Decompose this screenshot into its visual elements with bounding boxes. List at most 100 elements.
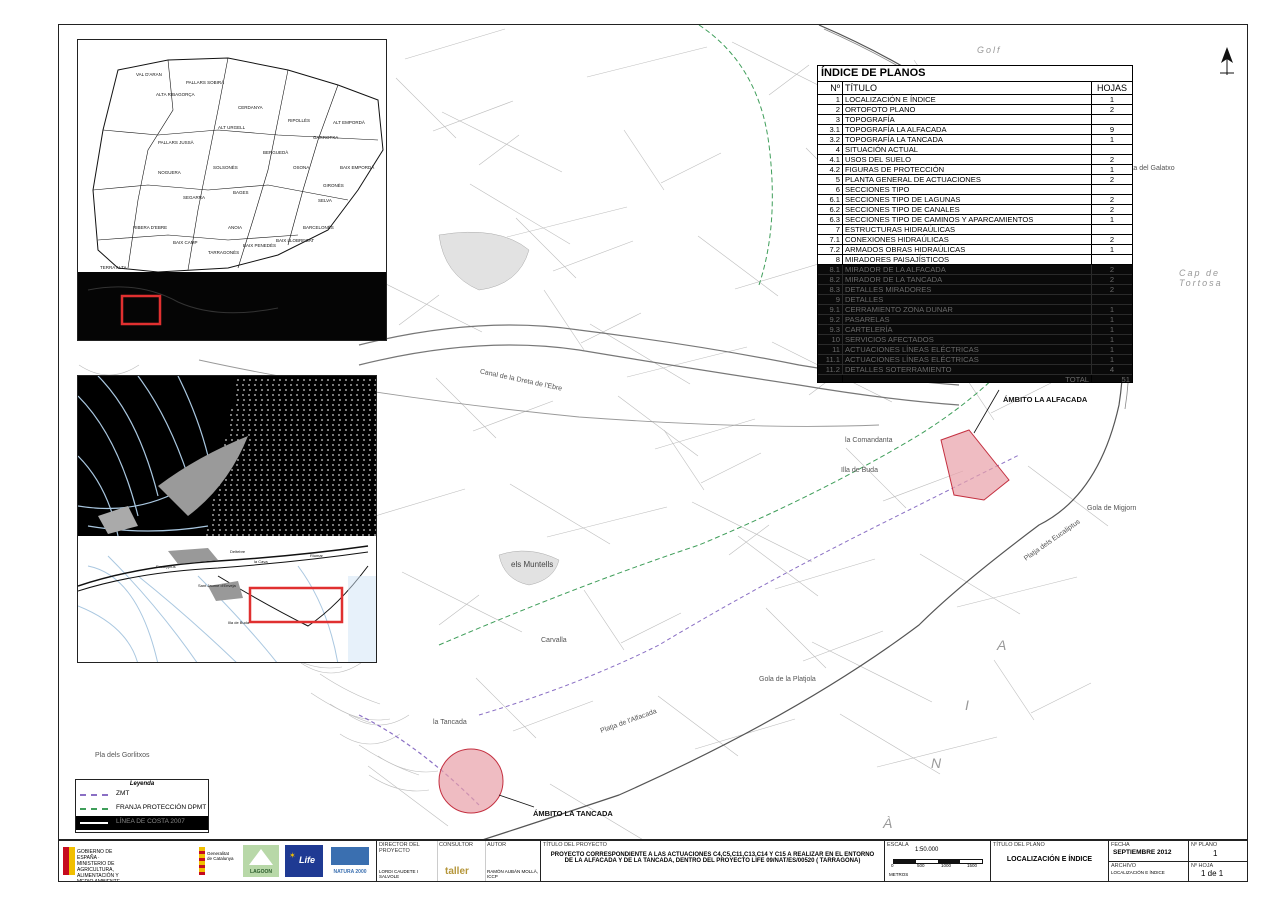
county-label: TERRA ALTA (100, 265, 127, 270)
county-label: SOLSONÈS (213, 165, 238, 170)
row-number: 3.2 (818, 134, 843, 145)
place-label: la Comandanta (845, 437, 893, 444)
legend-item: FRANJA PROTECCIÓN DPMT (76, 802, 208, 816)
county-label: BERGUEDÀ (263, 150, 289, 155)
delta-label: Sant Jaume d'Enveja (198, 583, 236, 588)
row-sheets: 1 (1091, 334, 1132, 345)
total-value: 51 (1091, 374, 1132, 382)
inset-delta: Deltebre la Cava Eucalyptus Riumar Sant Jaum… (77, 375, 377, 663)
row-number: 4 (818, 144, 843, 155)
row-number: 3.1 (818, 124, 843, 135)
row-sheets: 2 (1091, 104, 1132, 115)
row-sheets: 1 (1091, 164, 1132, 175)
row-sheets: 2 (1091, 274, 1132, 285)
county-label: BARCELONÈS (303, 225, 334, 230)
row-sheets: 1 (1091, 94, 1132, 105)
county-label: GARROTXA (313, 135, 339, 140)
row-title: USOS DEL SUELO (842, 154, 1092, 165)
row-number: 11.2 (818, 364, 843, 375)
row-title: SECCIONES TIPO (842, 184, 1092, 195)
place-label: Gola de la Platjola (759, 676, 816, 683)
plan-title: LOCALIZACIÓN E ÍNDICE (1006, 856, 1093, 863)
place-label: la Tancada (433, 719, 467, 726)
row-title: CONEXIONES HIDRAÚLICAS (842, 234, 1092, 245)
row-sheets: 1 (1091, 244, 1132, 255)
row-title: CERRAMIENTO ZONA DUNAR (842, 304, 1092, 315)
row-sheets: 1 (1091, 214, 1132, 225)
plan-title-cell: TÍTULO DEL PLANO LOCALIZACIÓN E ÍNDICE (991, 841, 1109, 881)
row-title: MIRADORES PAISAJÍSTICOS (842, 254, 1092, 265)
index-row: 3.2 TOPOGRAFÍA LA TANCADA 1 (818, 134, 1132, 145)
row-sheets: 1 (1091, 354, 1132, 365)
county-label: BAIX CAMP (173, 240, 198, 245)
row-number: 9.2 (818, 314, 843, 325)
index-panel: ÍNDICE DE PLANOS Nº TÍTULO HOJAS 1 LOCALI… (817, 65, 1133, 383)
delta-label: Riumar (310, 553, 323, 558)
row-number: 7.1 (818, 234, 843, 245)
index-row: 9.2 PASARELAS 1 (818, 314, 1132, 325)
taller-logo: taller (445, 866, 469, 877)
ambito-alfacada-label: ÁMBITO LA ALFACADA (1003, 395, 1088, 404)
natura2000-logo: NATURA 2000 (329, 845, 371, 877)
row-sheets: 1 (1091, 324, 1132, 335)
row-title: SECCIONES TIPO DE CAMINOS Y APARCAMIENTO… (842, 214, 1092, 225)
delta-label: Deltebre (230, 549, 246, 554)
credits-cell: DIRECTOR DEL PROYECTO LORDI CAUDETE I SA… (377, 841, 541, 881)
index-row: 9.3 CARTELERÍA 1 (818, 324, 1132, 335)
row-sheets: 2 (1091, 154, 1132, 165)
golf-label: Golf (977, 45, 1002, 55)
sea-letter-2: I (965, 697, 971, 713)
row-title: PASARELAS (842, 314, 1092, 325)
row-title: ACTUACIONES LÍNEAS ELÉCTRICAS (842, 344, 1092, 355)
index-row: 3 TOPOGRAFÍA (818, 114, 1132, 125)
row-number: 1 (818, 94, 843, 105)
row-title: SERVICIOS AFECTADOS (842, 334, 1092, 345)
index-total-row: TOTAL 51 (818, 374, 1132, 382)
row-number: 4.1 (818, 154, 843, 165)
row-sheets: 2 (1091, 234, 1132, 245)
row-number: 9 (818, 294, 843, 305)
legend-item: ZMT (76, 788, 208, 802)
place-label: Carvalla (541, 637, 567, 644)
row-sheets (1091, 144, 1132, 155)
county-label: BAIX EMPORDÀ (340, 165, 375, 170)
index-title: ÍNDICE DE PLANOS (818, 66, 1132, 82)
row-number: 10 (818, 334, 843, 345)
row-sheets (1091, 294, 1132, 305)
row-title: ARMADOS OBRAS HIDRAÚLICAS (842, 244, 1092, 255)
county-label: ANOIA (228, 225, 243, 230)
row-title: TOPOGRAFÍA (842, 114, 1092, 125)
eu-life-logo: ✶ Life (285, 845, 323, 877)
index-row: 3.1 TOPOGRAFÍA LA ALFACADA 9 (818, 124, 1132, 135)
row-title: ACTUACIONES LÍNEAS ELÉCTRICAS (842, 354, 1092, 365)
county-label: OSONA (293, 165, 310, 170)
project-cell: TÍTULO DEL PROYECTO PROYECTO CORRESPONDI… (541, 841, 885, 881)
row-sheets: 2 (1091, 204, 1132, 215)
row-sheets (1091, 184, 1132, 195)
place-label: Gola de Migjorn (1087, 505, 1137, 512)
sea-letter-3: N (931, 755, 944, 771)
county-label: BAGES (233, 190, 249, 195)
county-label: ALT URGELL (218, 125, 246, 130)
row-title: CARTELERÍA (842, 324, 1092, 335)
row-sheets (1091, 254, 1132, 265)
legend-title: Leyenda (129, 781, 155, 787)
project-title-2: DE LA ALFACADA Y DE LA TANCADA, DENTRO D… (564, 858, 861, 864)
row-number: 7 (818, 224, 843, 235)
col-title: TÍTULO (842, 82, 1092, 95)
index-row: 6.1 SECCIONES TIPO DE LAGUNAS 2 (818, 194, 1132, 205)
zmt-line (478, 454, 1020, 716)
index-row: 11.2 DETALLES SOTERRAMIENTO 4 (818, 364, 1132, 375)
county-label: TARRAGONÈS (208, 250, 240, 255)
county-label: BAIX LLOBREGAT (276, 238, 315, 243)
legend-item: LÍNEA DE COSTA 2007 (76, 816, 208, 830)
row-number: 2 (818, 104, 843, 115)
index-row: 9 DETALLES (818, 294, 1132, 305)
row-sheets: 1 (1091, 304, 1132, 315)
ambito-tancada-area (438, 748, 504, 814)
index-row: 7.2 ARMADOS OBRAS HIDRAÚLICAS 1 (818, 244, 1132, 255)
row-number: 9.1 (818, 304, 843, 315)
county-label: SELVA (318, 198, 332, 203)
index-row: 9.1 CERRAMIENTO ZONA DUNAR 1 (818, 304, 1132, 315)
row-sheets: 2 (1091, 194, 1132, 205)
